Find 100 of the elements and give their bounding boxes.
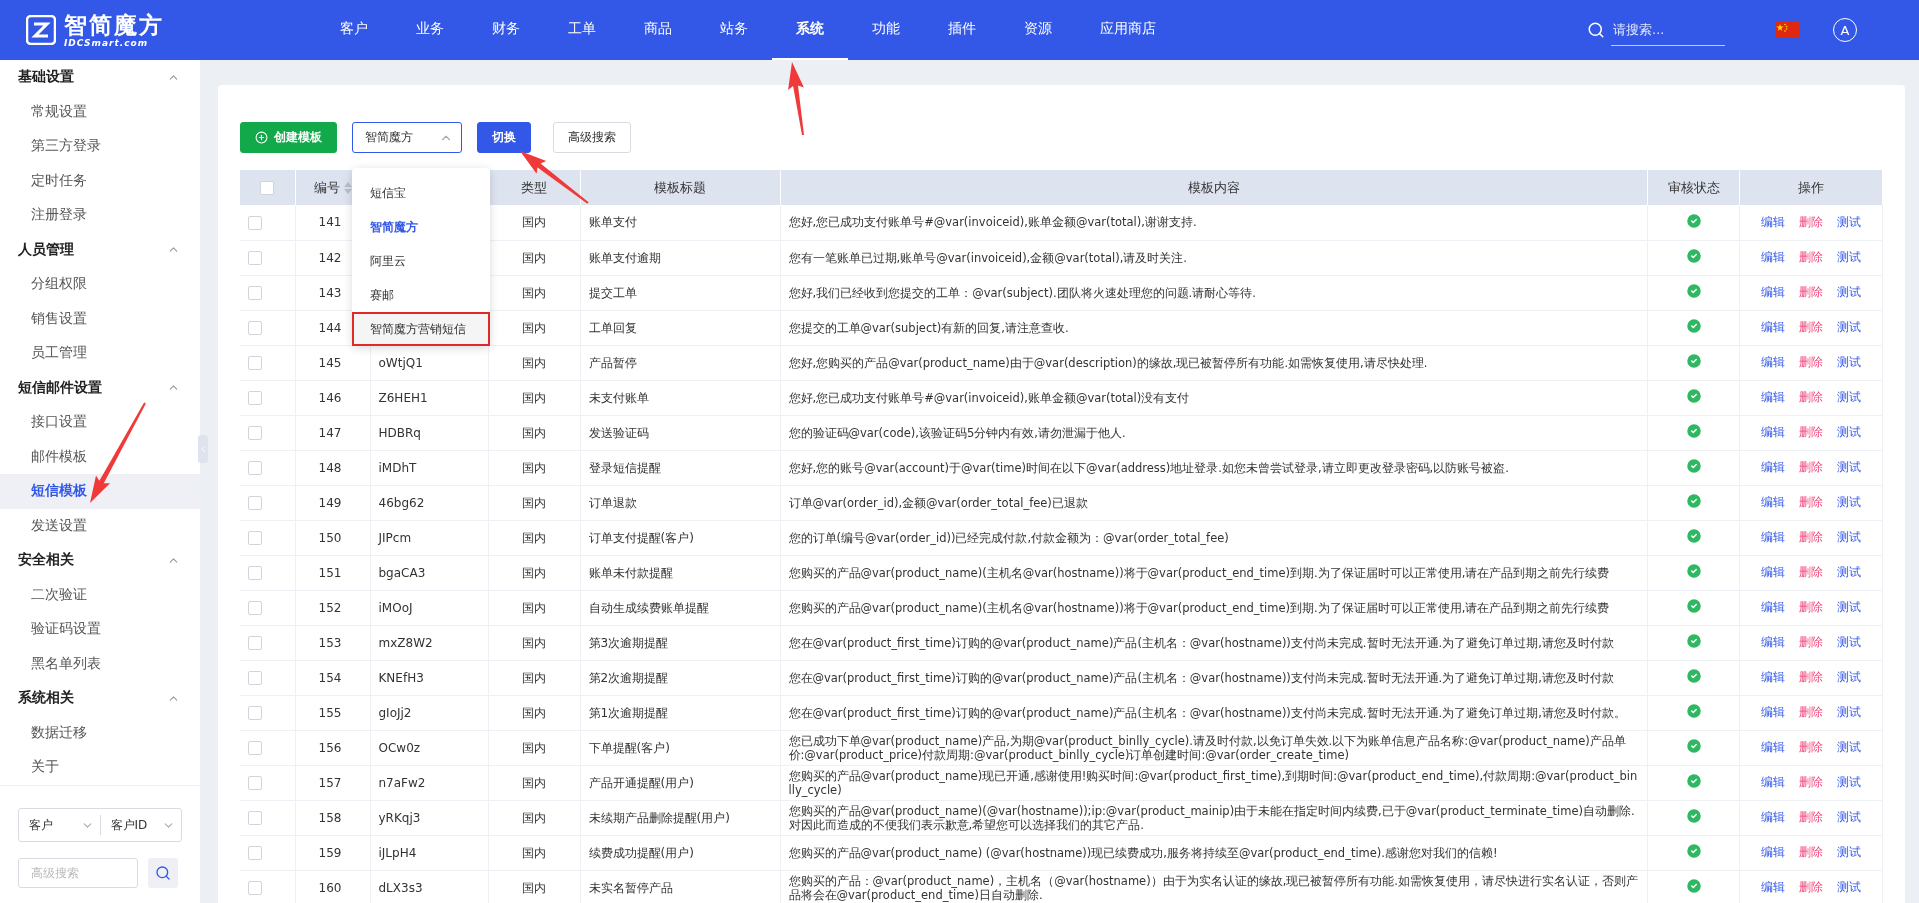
sidebar-item[interactable]: 邮件模板: [0, 439, 200, 474]
action-link[interactable]: 测试: [1837, 775, 1861, 789]
action-link[interactable]: 删除: [1799, 425, 1823, 439]
action-link[interactable]: 测试: [1837, 740, 1861, 754]
action-link[interactable]: 编辑: [1761, 425, 1785, 439]
action-link[interactable]: 删除: [1799, 390, 1823, 404]
sidebar-group[interactable]: 人员管理: [0, 232, 200, 267]
action-link[interactable]: 测试: [1837, 530, 1861, 544]
checkbox[interactable]: [248, 635, 262, 650]
sidebar-group[interactable]: 基础设置: [0, 60, 200, 95]
sidebar-item[interactable]: 数据迁移: [0, 715, 200, 750]
action-link[interactable]: 删除: [1799, 250, 1823, 264]
checkbox[interactable]: [248, 775, 262, 790]
dropdown-option[interactable]: 阿里云: [352, 244, 490, 278]
checkbox[interactable]: [248, 810, 262, 825]
action-link[interactable]: 测试: [1837, 635, 1861, 649]
action-link[interactable]: 测试: [1837, 670, 1861, 684]
nav-item[interactable]: 系统: [772, 0, 848, 60]
action-link[interactable]: 测试: [1837, 565, 1861, 579]
checkbox[interactable]: [248, 670, 262, 685]
sidebar-item[interactable]: 分组权限: [0, 267, 200, 302]
action-link[interactable]: 编辑: [1761, 635, 1785, 649]
checkbox[interactable]: [248, 250, 262, 265]
china-flag-icon[interactable]: [1775, 22, 1799, 38]
field-select[interactable]: 客户: [19, 815, 100, 835]
checkbox[interactable]: [248, 530, 262, 545]
checkbox[interactable]: [248, 880, 262, 895]
sidebar-item[interactable]: 黑名单列表: [0, 646, 200, 681]
sidebar-group[interactable]: 系统相关: [0, 681, 200, 716]
checkbox[interactable]: [248, 845, 262, 860]
sidebar-group[interactable]: 安全相关: [0, 543, 200, 578]
dropdown-option[interactable]: 智简魔方营销短信: [352, 312, 490, 346]
dropdown-option[interactable]: 赛邮: [352, 278, 490, 312]
action-link[interactable]: 编辑: [1761, 565, 1785, 579]
collapse-button[interactable]: [198, 435, 208, 463]
action-link[interactable]: 编辑: [1761, 670, 1785, 684]
checkbox[interactable]: [248, 705, 262, 720]
action-link[interactable]: 编辑: [1761, 460, 1785, 474]
action-link[interactable]: 编辑: [1761, 390, 1785, 404]
action-link[interactable]: 删除: [1799, 355, 1823, 369]
action-link[interactable]: 删除: [1799, 214, 1823, 229]
action-link[interactable]: 测试: [1837, 810, 1861, 824]
sidebar-group[interactable]: 短信邮件设置: [0, 370, 200, 405]
checkbox[interactable]: [248, 740, 262, 755]
create-template-button[interactable]: 创建模板: [240, 122, 337, 153]
action-link[interactable]: 编辑: [1761, 355, 1785, 369]
switch-button[interactable]: 切换: [477, 122, 531, 153]
sidebar-item[interactable]: 注册登录: [0, 198, 200, 233]
action-link[interactable]: 删除: [1799, 810, 1823, 824]
action-link[interactable]: 编辑: [1761, 600, 1785, 614]
provider-select[interactable]: 智简魔方: [352, 122, 462, 153]
action-link[interactable]: 编辑: [1761, 740, 1785, 754]
checkbox[interactable]: [248, 600, 262, 615]
action-link[interactable]: 测试: [1837, 600, 1861, 614]
checkbox[interactable]: [248, 320, 262, 335]
sidebar-item[interactable]: 二次验证: [0, 577, 200, 612]
dropdown-option[interactable]: 短信宝: [352, 176, 490, 210]
action-link[interactable]: 测试: [1837, 320, 1861, 334]
action-link[interactable]: 测试: [1837, 214, 1861, 229]
sidebar-item[interactable]: 接口设置: [0, 405, 200, 440]
sidebar-item[interactable]: 验证码设置: [0, 612, 200, 647]
id-select[interactable]: 客户ID: [99, 815, 181, 835]
checkbox[interactable]: [248, 215, 262, 230]
nav-item[interactable]: 财务: [468, 0, 544, 60]
action-link[interactable]: 测试: [1837, 705, 1861, 719]
action-link[interactable]: 测试: [1837, 425, 1861, 439]
checkbox[interactable]: [248, 460, 262, 475]
checkbox[interactable]: [248, 285, 262, 300]
action-link[interactable]: 测试: [1837, 460, 1861, 474]
action-link[interactable]: 删除: [1799, 670, 1823, 684]
action-link[interactable]: 编辑: [1761, 845, 1785, 859]
action-link[interactable]: 删除: [1799, 600, 1823, 614]
nav-item[interactable]: 客户: [316, 0, 392, 60]
checkbox[interactable]: [260, 181, 275, 196]
sidebar-item[interactable]: 常规设置: [0, 94, 200, 129]
advanced-search-button[interactable]: 高级搜索: [553, 122, 631, 153]
checkbox[interactable]: [248, 390, 262, 405]
checkbox[interactable]: [248, 495, 262, 510]
action-link[interactable]: 编辑: [1761, 320, 1785, 334]
action-link[interactable]: 删除: [1799, 320, 1823, 334]
nav-item[interactable]: 站务: [696, 0, 772, 60]
action-link[interactable]: 删除: [1799, 845, 1823, 859]
action-link[interactable]: 删除: [1799, 880, 1823, 894]
checkbox[interactable]: [248, 355, 262, 370]
action-link[interactable]: 删除: [1799, 705, 1823, 719]
action-link[interactable]: 编辑: [1761, 530, 1785, 544]
nav-item[interactable]: 商品: [620, 0, 696, 60]
search-field[interactable]: 高级搜索: [18, 858, 138, 888]
checkbox[interactable]: [248, 565, 262, 580]
action-link[interactable]: 删除: [1799, 565, 1823, 579]
action-link[interactable]: 删除: [1799, 285, 1823, 299]
search-button[interactable]: [148, 858, 178, 888]
action-link[interactable]: 编辑: [1761, 880, 1785, 894]
action-link[interactable]: 测试: [1837, 250, 1861, 264]
action-link[interactable]: 测试: [1837, 495, 1861, 509]
action-link[interactable]: 删除: [1799, 775, 1823, 789]
action-link[interactable]: 删除: [1799, 740, 1823, 754]
action-link[interactable]: 测试: [1837, 880, 1861, 894]
action-link[interactable]: 编辑: [1761, 810, 1785, 824]
nav-item[interactable]: 工单: [544, 0, 620, 60]
